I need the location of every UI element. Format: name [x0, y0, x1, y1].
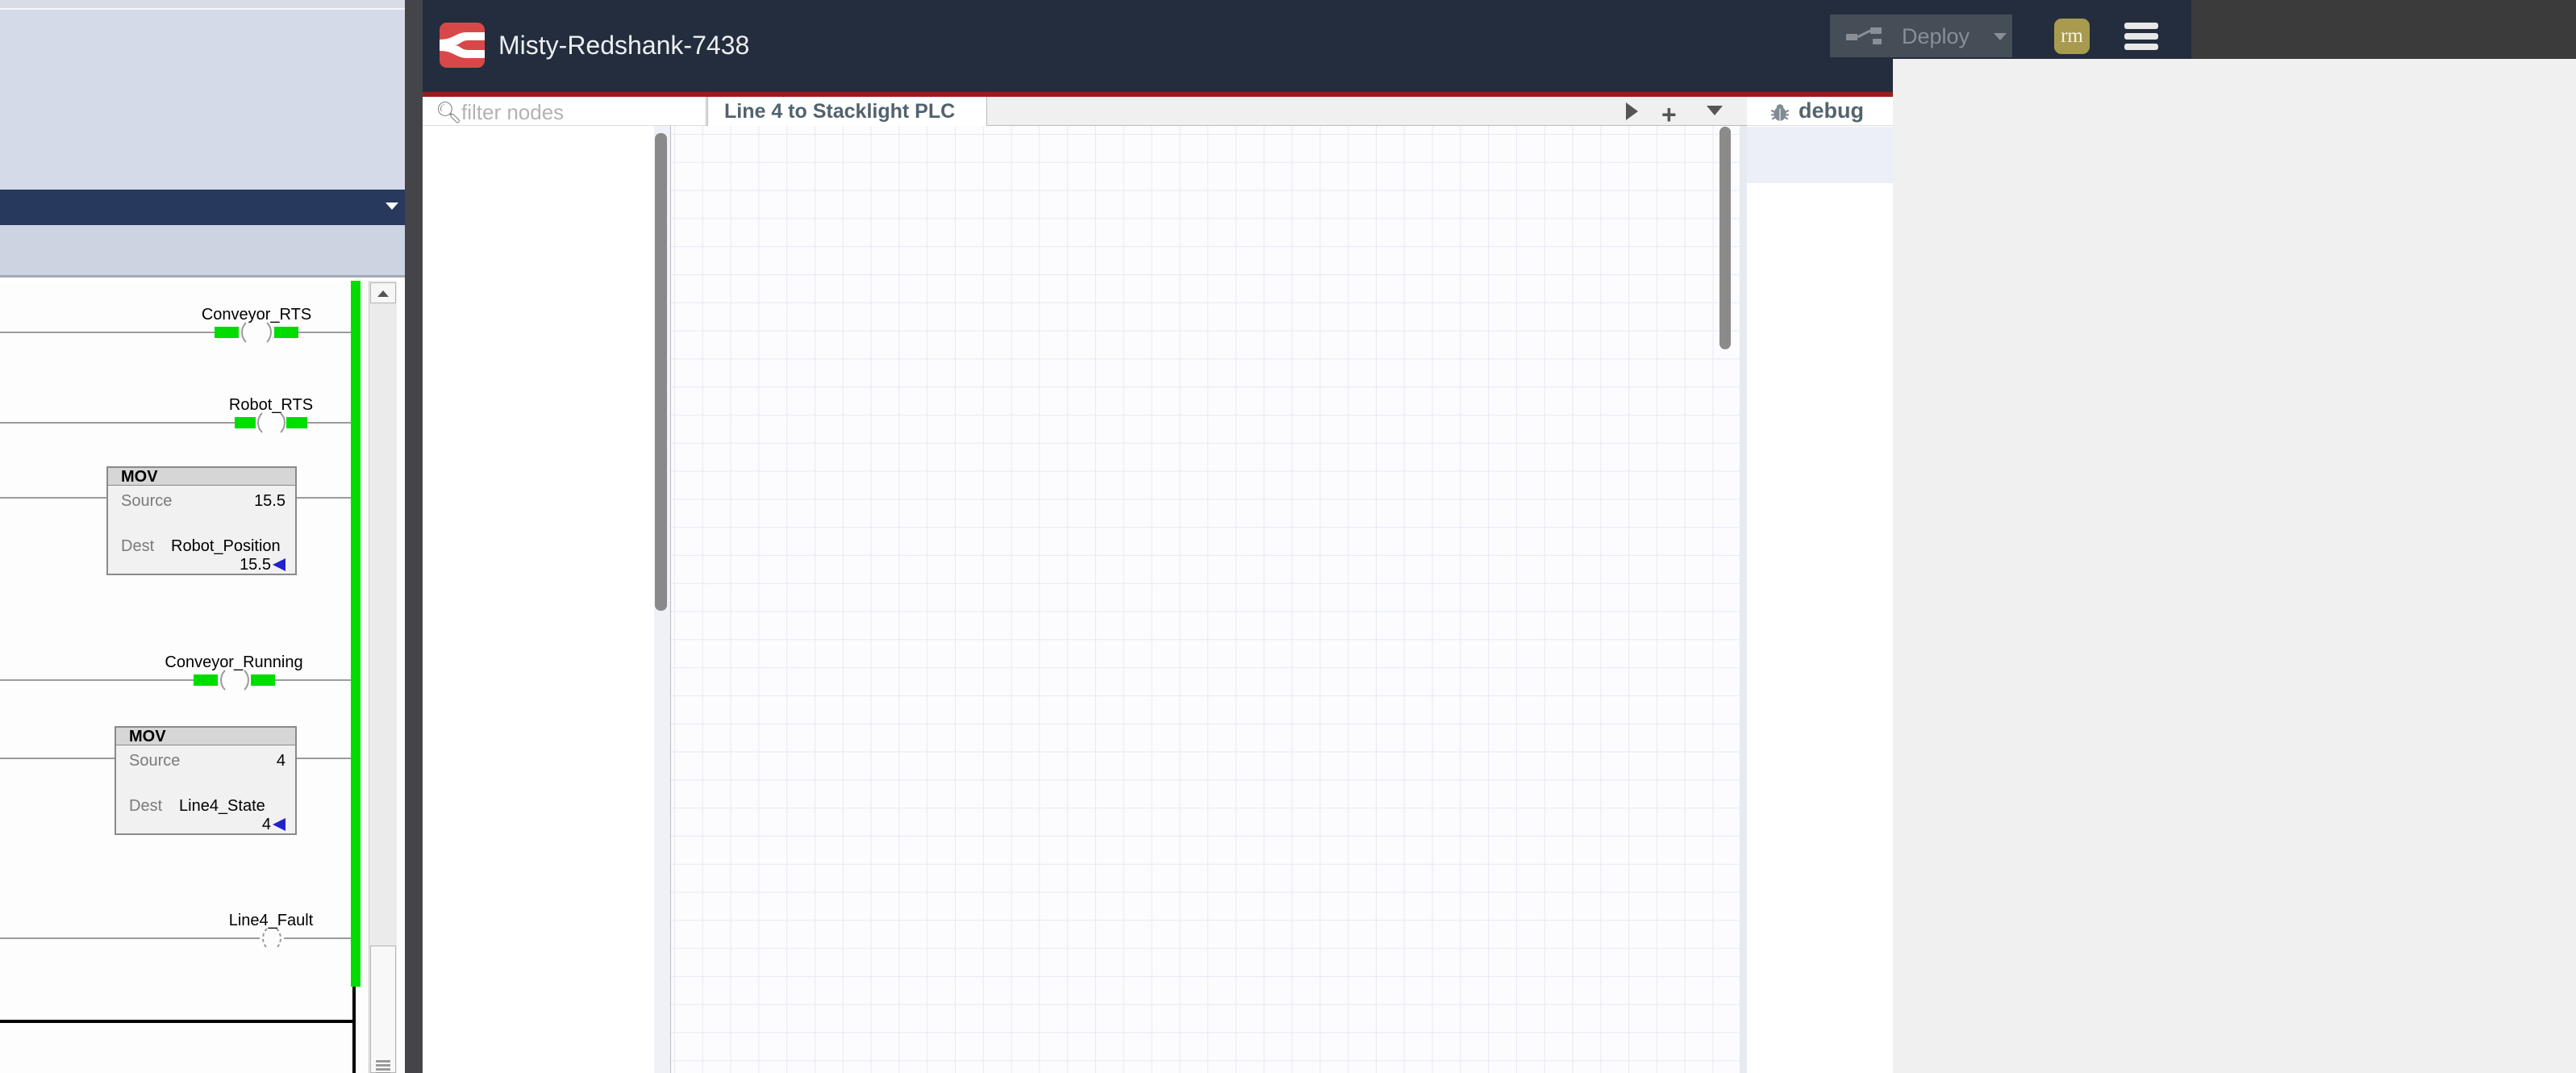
- svg-text:Robot_RTS: Robot_RTS: [229, 396, 313, 414]
- svg-text:Conveyor_RTS: Conveyor_RTS: [202, 306, 311, 324]
- svg-text:Line4_Fault: Line4_Fault: [229, 912, 314, 929]
- svg-text:Conveyor_Running: Conveyor_Running: [165, 653, 302, 671]
